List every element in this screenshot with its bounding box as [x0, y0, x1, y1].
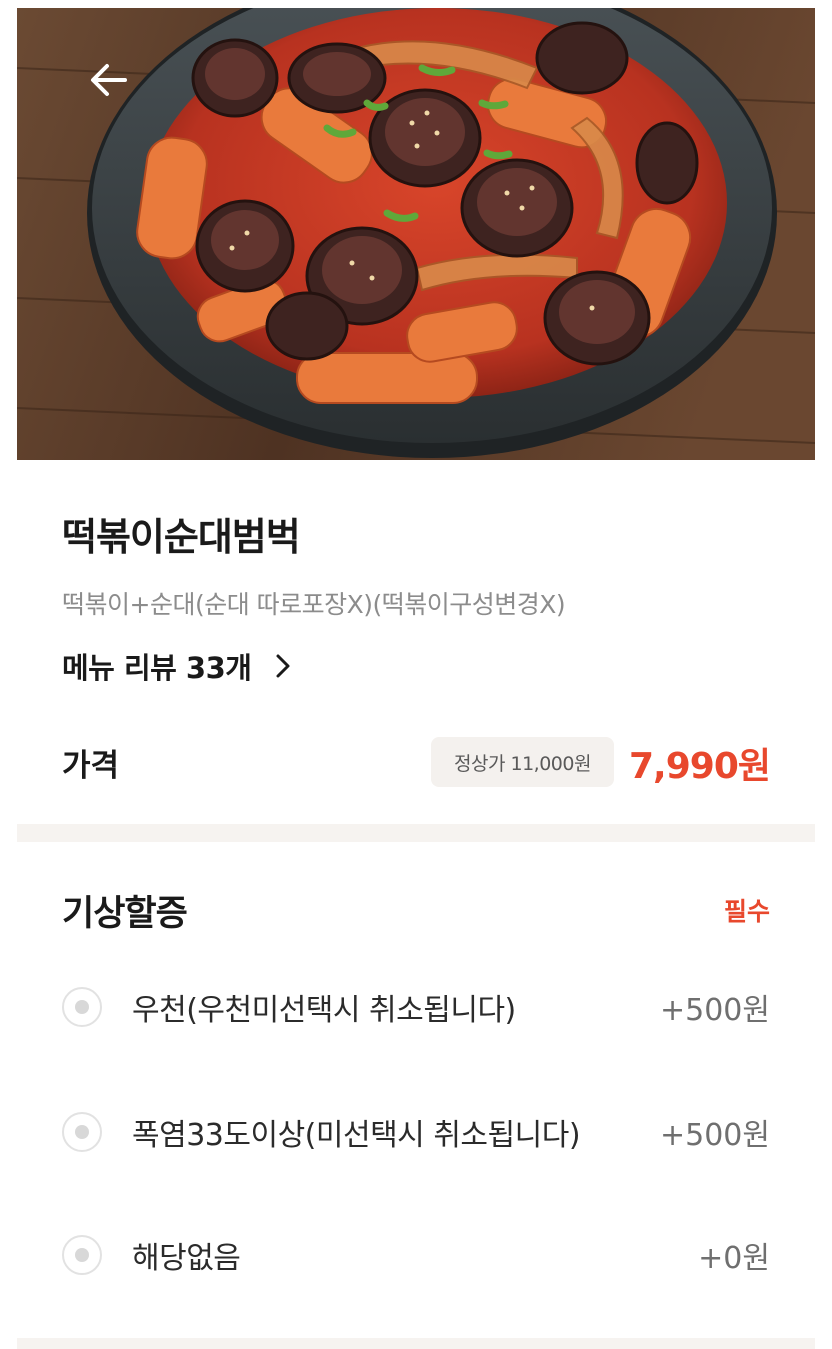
back-button[interactable] [79, 52, 139, 108]
radio-dot [75, 1248, 89, 1262]
option-price: +500원 [660, 993, 770, 1028]
radio-button[interactable] [62, 1112, 102, 1152]
option-none[interactable]: 해당없음 +0원 [62, 1230, 770, 1280]
arrow-left-icon [91, 64, 127, 96]
option-label: 해당없음 [132, 1241, 241, 1276]
price-label: 가격 [62, 748, 120, 784]
menu-review-link[interactable]: 메뉴 리뷰 33개 [62, 645, 291, 687]
radio-button[interactable] [62, 987, 102, 1027]
section-divider [17, 824, 815, 842]
chevron-right-icon [276, 654, 290, 678]
product-hero-image [17, 8, 815, 460]
review-link-label: 메뉴 리뷰 33개 [62, 651, 252, 685]
required-badge: 필수 [723, 897, 770, 926]
radio-dot [75, 1125, 89, 1139]
option-label: 폭염33도이상(미선택시 취소됩니다) [132, 1118, 581, 1153]
radio-dot [75, 1000, 89, 1014]
option-heatwave[interactable]: 폭염33도이상(미선택시 취소됩니다) +500원 [62, 1107, 770, 1157]
option-group-title: 기상할증 [62, 894, 188, 934]
bottom-divider [17, 1338, 815, 1349]
product-title: 떡볶이순대범벅 [62, 515, 301, 559]
sale-price: 7,990원 [629, 746, 771, 787]
option-price: +0원 [698, 1241, 770, 1276]
option-price: +500원 [660, 1118, 770, 1153]
option-label: 우천(우천미선택시 취소됩니다) [132, 993, 516, 1028]
option-rain[interactable]: 우천(우천미선택시 취소됩니다) +500원 [62, 982, 770, 1032]
product-description: 떡볶이+순대(순대 따로포장X)(떡볶이구성변경X) [62, 590, 566, 619]
original-price: 정상가 11,000원 [454, 752, 591, 775]
radio-button[interactable] [62, 1235, 102, 1275]
original-price-badge: 정상가 11,000원 [431, 737, 614, 787]
